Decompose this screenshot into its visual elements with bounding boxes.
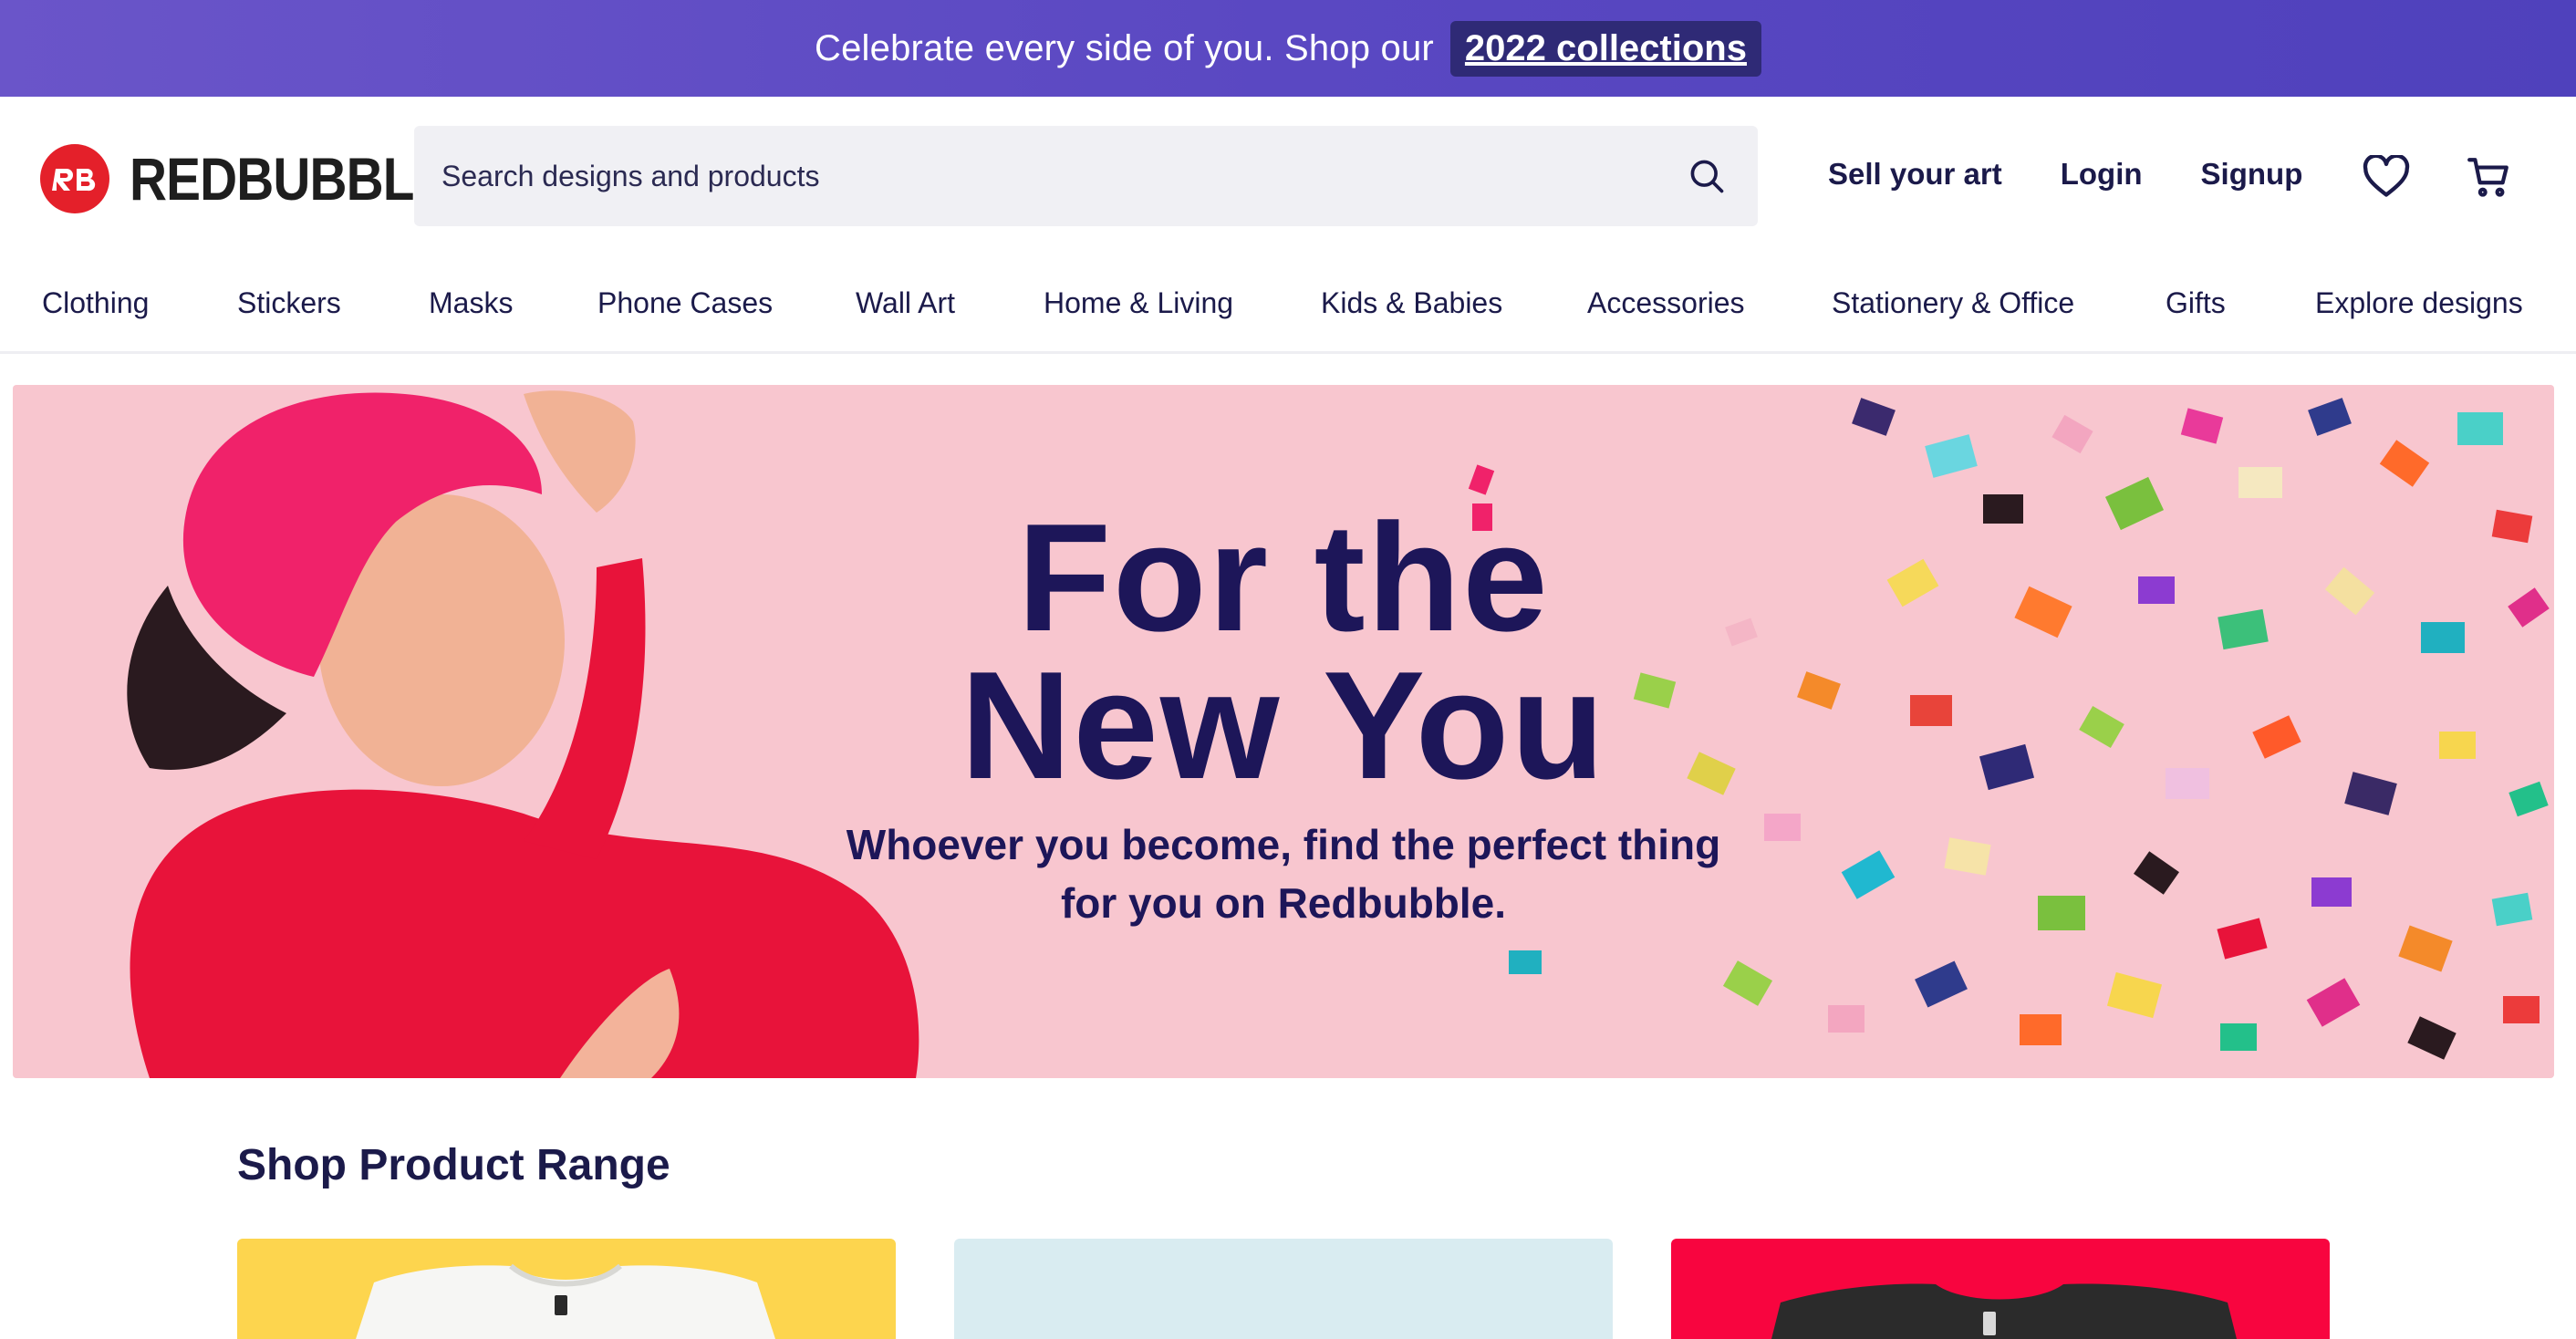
product-card-tshirts[interactable] bbox=[237, 1239, 896, 1339]
category-nav: Clothing Stickers Masks Phone Cases Wall… bbox=[0, 255, 2576, 354]
category-phone-cases[interactable]: Phone Cases bbox=[597, 286, 773, 320]
category-stationery-office[interactable]: Stationery & Office bbox=[1832, 286, 2074, 320]
product-card-lightblue[interactable] bbox=[954, 1239, 1613, 1339]
wishlist-button[interactable] bbox=[2361, 151, 2412, 202]
site-header: REDBUBBLE Sell your art Login Signup bbox=[0, 97, 2576, 255]
hero-title: For the New You bbox=[13, 492, 2554, 811]
category-accessories[interactable]: Accessories bbox=[1587, 286, 1745, 320]
category-masks[interactable]: Masks bbox=[429, 286, 513, 320]
search-input[interactable] bbox=[441, 159, 1683, 193]
category-stickers[interactable]: Stickers bbox=[237, 286, 341, 320]
cart-button[interactable] bbox=[2463, 151, 2514, 202]
white-tshirt-image bbox=[356, 1263, 775, 1339]
redbubble-logo-icon bbox=[40, 144, 109, 213]
category-kids-babies[interactable]: Kids & Babies bbox=[1321, 286, 1502, 320]
sell-your-art-link[interactable]: Sell your art bbox=[1828, 157, 2002, 192]
hero-title-line-2: New You bbox=[961, 639, 1606, 811]
promo-collections-link[interactable]: 2022 collections bbox=[1449, 20, 1761, 77]
category-gifts[interactable]: Gifts bbox=[2166, 286, 2226, 320]
hero-subtitle: Whoever you become, find the perfect thi… bbox=[13, 815, 2554, 932]
category-home-living[interactable]: Home & Living bbox=[1044, 286, 1233, 320]
hero-title-line-1: For the bbox=[1017, 492, 1550, 663]
section-title: Shop Product Range bbox=[237, 1141, 670, 1189]
header-icons bbox=[2361, 151, 2514, 202]
category-wall-art[interactable]: Wall Art bbox=[856, 286, 955, 320]
category-clothing[interactable]: Clothing bbox=[42, 286, 149, 320]
logo-wordmark: REDBUBBLE bbox=[130, 145, 448, 213]
signup-link[interactable]: Signup bbox=[2201, 157, 2303, 192]
search-button[interactable] bbox=[1683, 152, 1730, 200]
search-bar bbox=[414, 126, 1758, 226]
promo-banner: Celebrate every side of you. Shop our 20… bbox=[0, 0, 2576, 97]
category-explore-designs[interactable]: Explore designs bbox=[2315, 286, 2523, 320]
product-card-black-tshirts[interactable] bbox=[1671, 1239, 2330, 1339]
login-link[interactable]: Login bbox=[2061, 157, 2143, 192]
hero-subtitle-line-1: Whoever you become, find the perfect thi… bbox=[846, 821, 1721, 868]
header-links: Sell your art Login Signup bbox=[1828, 157, 2302, 192]
promo-text: Celebrate every side of you. Shop our bbox=[815, 27, 1434, 68]
cart-icon bbox=[2467, 158, 2508, 197]
heart-icon bbox=[2363, 155, 2410, 197]
hero-subtitle-line-2: for you on Redbubble. bbox=[1060, 879, 1507, 927]
hero-banner[interactable]: For the New You Whoever you become, find… bbox=[13, 385, 2554, 1078]
search-icon bbox=[1690, 160, 1724, 193]
black-tshirt-image bbox=[1771, 1283, 2237, 1339]
